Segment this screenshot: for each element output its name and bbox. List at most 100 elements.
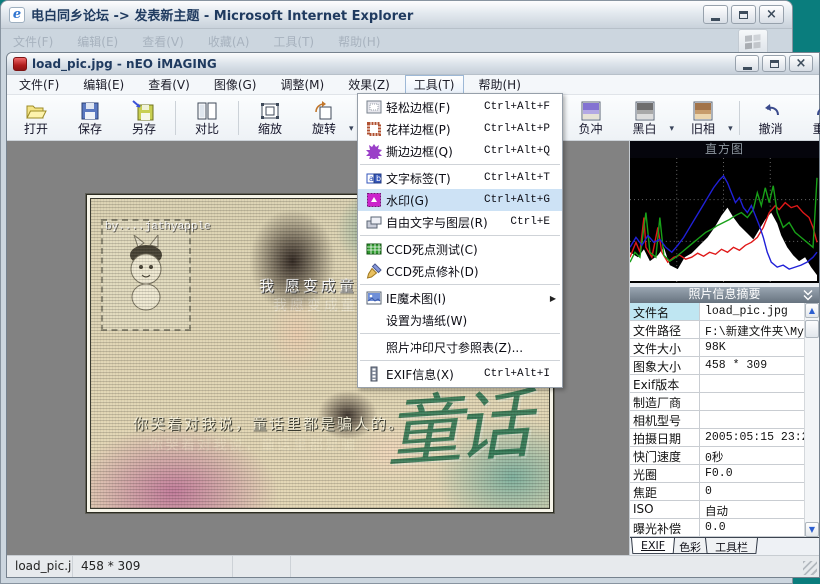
toolbar-separator <box>175 101 176 135</box>
menu-separator <box>360 333 560 334</box>
ie-maximize-button[interactable] <box>731 5 756 24</box>
resize-grip[interactable] <box>803 561 817 575</box>
neo-minimize-button[interactable] <box>735 55 759 72</box>
table-row: 制造厂商 <box>630 393 819 411</box>
menu-item-ie-magic-picture[interactable]: IE魔术图(I) ▶ <box>358 287 562 309</box>
photo-info-header: 照片信息摘要 <box>630 287 819 303</box>
ie-menu-file[interactable]: 文件(F) <box>13 33 53 50</box>
table-row: 文件路径F:\新建文件夹\My <box>630 321 819 339</box>
rotate-dropdown-arrow[interactable]: ▾ <box>349 124 354 134</box>
neo-maximize-button[interactable] <box>762 55 786 72</box>
menu-help[interactable]: 帮助(H) <box>470 75 530 95</box>
svg-text:b: b <box>376 174 381 183</box>
negative-button[interactable]: 负冲 <box>564 100 618 136</box>
menu-edit[interactable]: 编辑(E) <box>74 75 133 95</box>
rotate-button[interactable]: 旋转 <box>297 100 351 136</box>
ie-menu-help[interactable]: 帮助(H) <box>338 33 380 50</box>
menu-item-print-size-chart[interactable]: 照片冲印尺寸参照表(Z)... <box>358 336 562 358</box>
ie-close-button[interactable]: × <box>759 5 784 24</box>
collapse-chevron-icon[interactable] <box>802 289 814 301</box>
neo-window-title: load_pic.jpg - nEO iMAGING <box>32 57 732 71</box>
ccd-grid-icon <box>362 241 386 257</box>
panel-tabs: EXIF 色彩 工具栏 <box>630 537 819 555</box>
menu-item-exif-info[interactable]: EXIF信息(X) Ctrl+Alt+I <box>358 363 562 385</box>
menu-separator <box>360 284 560 285</box>
menu-view[interactable]: 查看(V) <box>139 75 199 95</box>
layers-icon <box>362 214 386 230</box>
neo-titlebar: load_pic.jpg - nEO iMAGING × <box>7 53 819 75</box>
submenu-arrow-icon: ▶ <box>550 294 556 303</box>
ie-minimize-button[interactable] <box>703 5 728 24</box>
redo-button[interactable]: 重做 <box>798 100 820 136</box>
ie-menu-edit[interactable]: 编辑(E) <box>77 33 118 50</box>
redo-arrow-icon <box>813 100 820 122</box>
film-strip-icon <box>362 366 386 382</box>
menu-item-torn-frame[interactable]: 撕边边框(Q) Ctrl+Alt+Q <box>358 140 562 162</box>
zoom-button[interactable]: 缩放 <box>243 100 297 136</box>
undo-button[interactable]: 撤消 <box>744 100 798 136</box>
menu-item-fancy-frame[interactable]: 花样边框(P) Ctrl+Alt+P <box>358 118 562 140</box>
black-white-dropdown-arrow[interactable]: ▾ <box>670 124 675 134</box>
menu-separator <box>360 164 560 165</box>
close-icon: × <box>766 8 777 21</box>
menu-item-ccd-fix[interactable]: CCD死点修补(D) <box>358 260 562 282</box>
menu-item-ccd-test[interactable]: CCD死点测试(C) <box>358 238 562 260</box>
tab-toolbar[interactable]: 工具栏 <box>705 538 758 555</box>
compare-panes-icon <box>195 100 219 122</box>
desktop: e 电白同乡论坛 -> 发表新主题 - Microsoft Internet E… <box>0 0 820 584</box>
open-folder-icon <box>24 100 48 122</box>
menu-item-easy-frame[interactable]: 轻松边框(F) Ctrl+Alt+F <box>358 96 562 118</box>
ie-menu-tools[interactable]: 工具(T) <box>273 33 314 50</box>
ie-menu-view[interactable]: 查看(V) <box>142 33 184 50</box>
scroll-down-arrow[interactable]: ▼ <box>805 522 819 537</box>
minimize-icon <box>711 18 720 21</box>
menu-file[interactable]: 文件(F) <box>10 75 68 95</box>
toolbar-right-group: ▾ 负冲 黑白 ▾ 旧相 ▾ 撤消 <box>559 95 820 141</box>
menu-item-text-label[interactable]: ab 文字标签(T) Ctrl+Alt+T <box>358 167 562 189</box>
floppy-save-as-icon <box>132 100 156 122</box>
ie-titlebar: e 电白同乡论坛 -> 发表新主题 - Microsoft Internet E… <box>1 1 792 29</box>
info-scrollbar[interactable]: ▲ ▼ <box>804 303 819 537</box>
old-photo-dropdown-arrow[interactable]: ▾ <box>728 124 733 134</box>
table-row: 焦距0 <box>630 483 819 501</box>
menu-adjust[interactable]: 调整(M) <box>271 75 333 95</box>
status-panel-empty <box>233 556 291 577</box>
scrollbar-thumb[interactable] <box>805 320 819 338</box>
table-row: 文件名load_pic.jpg <box>630 303 819 321</box>
ie-window-title: 电白同乡论坛 -> 发表新主题 - Microsoft Internet Exp… <box>31 5 700 24</box>
ie-menubar: 文件(F) 编辑(E) 查看(V) 收藏(A) 工具(T) 帮助(H) <box>1 29 792 53</box>
toolbar-separator <box>739 101 740 135</box>
open-button[interactable]: 打开 <box>9 100 63 136</box>
histogram-title: 直方图 <box>630 141 819 158</box>
menu-item-set-wallpaper[interactable]: 设置为墙纸(W) <box>358 309 562 331</box>
ie-picture-icon <box>362 290 386 306</box>
table-row: ISO自动 <box>630 501 819 519</box>
neo-close-button[interactable]: × <box>789 55 813 72</box>
tab-exif[interactable]: EXIF <box>631 538 675 555</box>
scroll-up-arrow[interactable]: ▲ <box>805 303 819 318</box>
neo-app-icon <box>13 57 27 71</box>
menu-item-watermark[interactable]: 水印(G) Ctrl+Alt+G <box>358 189 562 211</box>
menu-tools[interactable]: 工具(T) <box>405 75 464 95</box>
plain-frame-icon <box>362 99 386 115</box>
save-as-button[interactable]: 另存 <box>117 100 171 136</box>
menu-item-free-text-layers[interactable]: 自由文字与图层(R) Ctrl+E <box>358 211 562 233</box>
menu-effects[interactable]: 效果(Z) <box>339 75 399 95</box>
table-row: 光圈F0.0 <box>630 465 819 483</box>
table-row: 曝光补偿0.0 <box>630 519 819 537</box>
histogram-plot <box>630 158 819 283</box>
black-white-button[interactable]: 黑白 <box>618 100 672 136</box>
rotate-icon <box>312 100 336 122</box>
ie-menu-favorites[interactable]: 收藏(A) <box>208 33 250 50</box>
minimize-icon <box>743 67 752 70</box>
old-photo-button[interactable]: 旧相 <box>676 100 730 136</box>
neo-menubar: 文件(F) 编辑(E) 查看(V) 图像(G) 调整(M) 效果(Z) 工具(T… <box>7 75 819 95</box>
save-button[interactable]: 保存 <box>63 100 117 136</box>
zoom-frame-icon <box>258 100 282 122</box>
table-row: 图象大小458 * 309 <box>630 357 819 375</box>
compare-button[interactable]: 对比 <box>180 100 234 136</box>
menu-separator <box>360 360 560 361</box>
table-row: Exif版本 <box>630 375 819 393</box>
right-panel: 直方图 照片信息摘要 <box>629 141 819 555</box>
menu-image[interactable]: 图像(G) <box>205 75 266 95</box>
